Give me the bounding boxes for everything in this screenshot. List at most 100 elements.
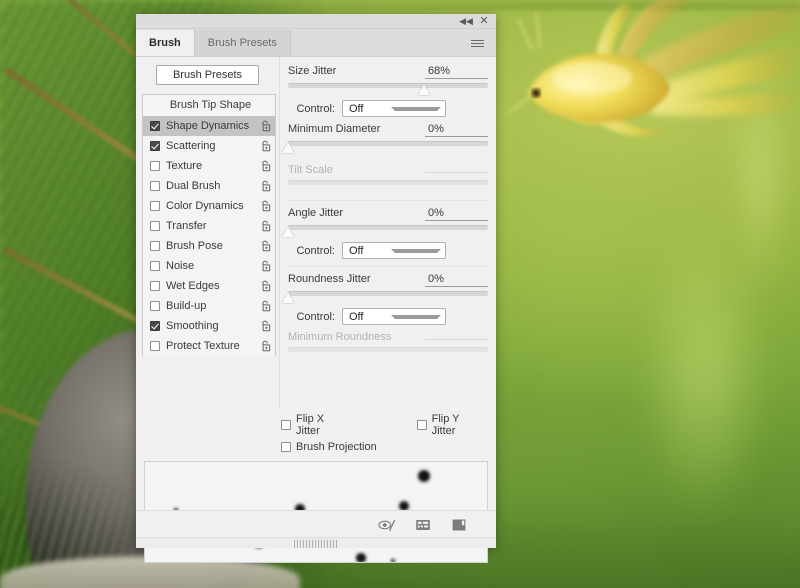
slider-track [288,141,488,146]
roundness-control-dropdown[interactable]: Off [342,308,446,325]
flip-jitter-row: Flip X Jitter Flip Y Jitter [271,407,496,437]
panel-titlebar: ◀◀ ✕ [136,14,496,29]
angle-jitter-row: Angle Jitter 0% [288,207,488,221]
size-jitter-row: Size Jitter 68% [288,65,488,79]
brush-option-row[interactable]: Dual Brush [143,176,275,196]
minimum-roundness-row: Minimum Roundness [288,331,488,343]
unlocked-padlock-icon[interactable] [260,160,271,172]
checkbox-box [281,442,291,452]
size-jitter-label: Size Jitter [288,65,337,77]
slider-thumb[interactable] [282,142,295,153]
angle-jitter-slider[interactable] [288,224,488,238]
brush-option-checkbox[interactable] [150,120,160,131]
panel-menu-icon[interactable] [464,30,496,56]
tab-brush[interactable]: Brush [136,30,194,56]
unlocked-padlock-icon[interactable] [260,220,271,232]
slider-thumb[interactable] [282,226,295,237]
brush-preset-picker-icon[interactable] [414,517,432,533]
flip-y-jitter-checkbox[interactable]: Flip Y Jitter [416,413,486,437]
brush-option-row[interactable]: Wet Edges [143,276,275,296]
angle-jitter-label: Angle Jitter [288,207,344,219]
brush-option-label: Noise [166,259,195,272]
chevron-down-icon [391,106,441,111]
tilt-scale-value [425,171,488,173]
brush-projection-row: Brush Projection [271,437,496,453]
unlocked-padlock-icon[interactable] [260,300,271,312]
tab-brush-presets[interactable]: Brush Presets [193,30,291,56]
brush-option-row[interactable]: Transfer [143,216,275,236]
size-control-dropdown[interactable]: Off [342,100,446,117]
slider-track [288,347,488,352]
unlocked-padlock-icon[interactable] [260,120,271,132]
flip-x-jitter-checkbox[interactable]: Flip X Jitter [281,413,351,437]
goldfish-illustration [507,0,800,137]
size-jitter-value[interactable]: 68% [425,65,488,79]
create-new-brush-icon[interactable] [450,517,468,533]
brush-option-row[interactable]: Scattering [143,136,275,156]
minimum-roundness-slider [288,346,488,360]
brush-option-checkbox[interactable] [150,340,160,351]
brush-option-checkbox[interactable] [150,280,160,291]
brush-tip-shape-label: Brush Tip Shape [169,99,252,111]
angle-control-value: Off [349,244,364,257]
brush-option-checkbox[interactable] [150,240,160,251]
brush-projection-label: Brush Projection [296,441,377,453]
brush-option-checkbox[interactable] [150,260,160,271]
size-control-row: Control: Off [288,100,488,117]
brush-panel: ◀◀ ✕ Brush Brush Presets Brush Presets B… [136,14,496,563]
brush-option-checkbox[interactable] [150,160,160,171]
angle-control-dropdown[interactable]: Off [342,242,446,259]
brush-option-row[interactable]: Noise [143,256,275,276]
roundness-control-row: Control: Off [288,308,488,325]
unlocked-padlock-icon[interactable] [260,180,271,192]
brush-tip-shape-item[interactable]: Brush Tip Shape [143,95,275,116]
brush-option-row[interactable]: Protect Texture [143,336,275,356]
slider-thumb[interactable] [418,84,431,95]
roundness-jitter-label: Roundness Jitter [288,273,371,285]
brush-option-row[interactable]: Build-up [143,296,275,316]
minimum-diameter-slider[interactable] [288,140,488,154]
unlocked-padlock-icon[interactable] [260,140,271,152]
brush-option-row[interactable]: Color Dynamics [143,196,275,216]
collapse-to-icons-button[interactable]: ◀◀ [458,14,474,28]
unlocked-padlock-icon[interactable] [260,240,271,252]
panel-tabstrip: Brush Brush Presets [136,29,496,57]
slider-track [288,180,488,185]
brush-option-row[interactable]: Shape Dynamics [143,116,275,136]
roundness-jitter-value[interactable]: 0% [425,273,488,287]
brush-option-checkbox[interactable] [150,140,160,151]
unlocked-padlock-icon[interactable] [260,260,271,272]
angle-jitter-value[interactable]: 0% [425,207,488,221]
toggle-live-tip-brush-preview-icon[interactable] [378,517,396,533]
slider-track [288,225,488,230]
size-jitter-slider[interactable] [288,82,488,96]
roundness-control-label: Control: [296,310,335,323]
brush-option-checkbox[interactable] [150,180,160,191]
roundness-jitter-slider[interactable] [288,290,488,304]
brush-option-checkbox[interactable] [150,300,160,311]
close-icon[interactable]: ✕ [476,14,492,28]
unlocked-padlock-icon[interactable] [260,320,271,332]
brush-option-label: Wet Edges [166,279,220,292]
panel-resize-grip[interactable] [294,540,338,548]
minimum-roundness-label: Minimum Roundness [288,331,392,343]
brush-presets-button[interactable]: Brush Presets [155,65,260,85]
brush-option-checkbox[interactable] [150,320,160,331]
dynamics-controls-column: Size Jitter 68% Control: Off Minimum Dia… [279,57,496,407]
slider-thumb[interactable] [282,292,295,303]
minimum-diameter-value[interactable]: 0% [425,123,488,137]
brush-option-row[interactable]: Texture [143,156,275,176]
brush-options-list: Brush Tip Shape Shape Dynamics Scattering… [142,94,276,356]
unlocked-padlock-icon[interactable] [260,340,271,352]
unlocked-padlock-icon[interactable] [260,200,271,212]
angle-control-row: Control: Off [288,242,488,259]
size-control-label: Control: [296,102,335,115]
brush-option-checkbox[interactable] [150,200,160,211]
brush-option-row[interactable]: Brush Pose [143,236,275,256]
brush-option-checkbox[interactable] [150,220,160,231]
brush-option-row[interactable]: Smoothing [143,316,275,336]
brush-option-label: Dual Brush [166,179,221,192]
slider-track [288,291,488,296]
brush-projection-checkbox[interactable]: Brush Projection [281,441,377,453]
unlocked-padlock-icon[interactable] [260,280,271,292]
